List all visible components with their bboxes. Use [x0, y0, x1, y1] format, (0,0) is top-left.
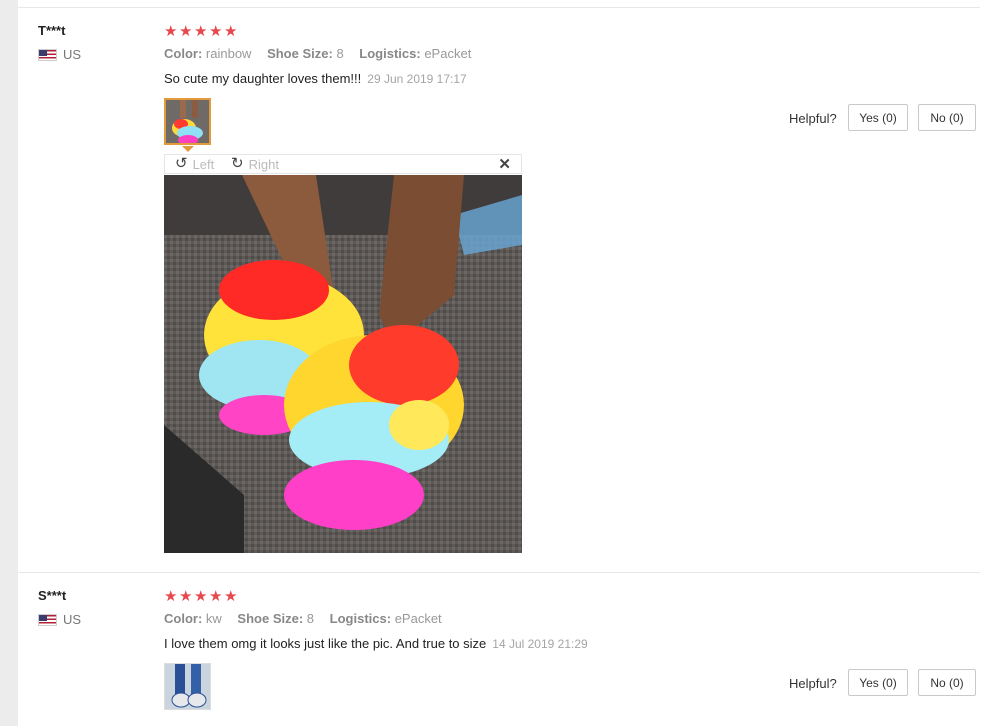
image-viewer-toolbar: ↺ Left ↻ Right ✕: [164, 154, 522, 174]
rotate-right-label: Right: [248, 156, 279, 172]
logistics-value: ePacket: [424, 46, 472, 61]
logistics-value: ePacket: [394, 611, 442, 626]
color-value: kw: [205, 611, 222, 626]
star-icon: ★: [209, 23, 224, 40]
rotate-left-icon: ↺: [175, 155, 188, 172]
rotate-left-label: Left: [192, 156, 215, 172]
star-icon: ★: [209, 588, 224, 605]
order-info: Color: kw Shoe Size: 8 Logistics: ePacke…: [164, 611, 454, 626]
star-icon: ★: [164, 23, 179, 40]
review-photo-thumbnail[interactable]: [164, 98, 211, 145]
color-value: rainbow: [205, 46, 252, 61]
color-label: Color:: [164, 46, 203, 61]
review-date: 14 Jul 2019 21:29: [492, 637, 588, 651]
thumbnail-image: [165, 664, 210, 709]
left-gutter: [0, 0, 18, 726]
helpful-label: Helpful?: [789, 111, 837, 126]
review-text-row: So cute my daughter loves them!!! 29 Jun …: [164, 71, 467, 86]
us-flag-icon: [38, 48, 57, 61]
review-photo-large: [164, 175, 522, 553]
star-icon: ★: [224, 23, 239, 40]
color-label: Color:: [164, 611, 203, 626]
helpful-label: Helpful?: [789, 676, 837, 691]
review-date: 29 Jun 2019 17:17: [367, 72, 467, 86]
large-photo-image: [164, 175, 522, 553]
size-value: 8: [336, 46, 344, 61]
us-flag-icon: [38, 613, 57, 626]
country-label: US: [63, 47, 82, 62]
reviewer-country: US: [38, 612, 81, 627]
helpful-yes-button[interactable]: Yes (0): [848, 669, 908, 696]
rotate-right-icon: ↻: [231, 155, 244, 172]
rotate-right-button[interactable]: ↻ Right: [231, 156, 279, 172]
reviewer-name: T***t: [38, 23, 66, 38]
review-text-row: I love them omg it looks just like the p…: [164, 636, 588, 651]
size-label: Shoe Size:: [237, 611, 304, 626]
logistics-label: Logistics:: [359, 46, 421, 61]
reviewer-name: S***t: [38, 588, 67, 603]
country-label: US: [63, 612, 82, 627]
order-info: Color: rainbow Shoe Size: 8 Logistics: e…: [164, 46, 483, 61]
thumbnail-image: [166, 100, 209, 143]
review-item: T***t US ★★★★★ Color: rainbow Shoe Size:…: [18, 0, 988, 572]
helpful-no-button[interactable]: No (0): [918, 104, 976, 131]
reviewer-country: US: [38, 47, 81, 62]
star-rating: ★★★★★: [164, 22, 239, 40]
star-rating: ★★★★★: [164, 587, 239, 605]
close-icon[interactable]: ✕: [498, 155, 511, 173]
star-icon: ★: [179, 23, 194, 40]
review-text: I love them omg it looks just like the p…: [164, 636, 487, 651]
logistics-label: Logistics:: [329, 611, 392, 626]
thumbnail-pointer: [182, 146, 194, 152]
rotate-left-button[interactable]: ↺ Left: [175, 156, 214, 172]
helpful-no-button[interactable]: No (0): [918, 669, 976, 696]
star-icon: ★: [194, 588, 209, 605]
star-icon: ★: [179, 588, 194, 605]
star-icon: ★: [224, 588, 239, 605]
review-text: So cute my daughter loves them!!!: [164, 71, 362, 86]
star-icon: ★: [164, 588, 179, 605]
helpful-yes-button[interactable]: Yes (0): [848, 104, 908, 131]
size-label: Shoe Size:: [267, 46, 333, 61]
review-photo-thumbnail[interactable]: [164, 663, 211, 710]
size-value: 8: [306, 611, 315, 626]
review-item: S***t US ★★★★★ Color: kw Shoe Size: 8 Lo…: [18, 565, 988, 726]
star-icon: ★: [194, 23, 209, 40]
